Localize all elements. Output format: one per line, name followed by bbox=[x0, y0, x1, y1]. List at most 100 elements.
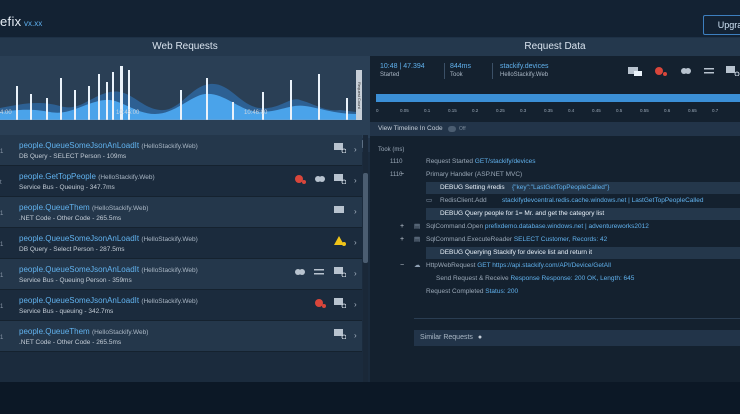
site-value: stackify.devices bbox=[500, 63, 549, 70]
trace-label: DEBUG Query people for 1= Mr. and get th… bbox=[440, 210, 605, 217]
request-data-title: Request Data bbox=[370, 38, 740, 56]
trace-value: {"key":"LastGetTopPeopleCalled"} bbox=[512, 184, 610, 191]
warning-icon bbox=[334, 236, 346, 246]
brand-name: efix bbox=[0, 14, 22, 29]
request-row[interactable]: t people.GetTopPeople (HelloStackify.Web… bbox=[0, 166, 362, 197]
expand-toggle[interactable]: + bbox=[400, 221, 404, 233]
chevron-right-icon[interactable]: › bbox=[354, 207, 357, 216]
request-detail: DB Query - Select Person - 287.5ms bbox=[19, 246, 125, 253]
row-edge-text: 1 bbox=[0, 211, 4, 217]
timeline-tick: 0.05 bbox=[400, 108, 409, 113]
trace-row[interactable]: 1110 − Primary Handler (ASP.NET MVC) bbox=[370, 169, 740, 181]
chevron-right-icon[interactable]: › bbox=[354, 269, 357, 278]
timeline-tick: 0.5 bbox=[616, 108, 623, 113]
timeline-tick: 0.7 bbox=[712, 108, 719, 113]
trace-label: DEBUG Querying Stackify for device list … bbox=[440, 249, 593, 256]
trace-row[interactable]: Send Request & Receive Response Response… bbox=[370, 273, 740, 285]
trace-label: Request Started bbox=[426, 158, 473, 165]
trace-label: SqlCommand.ExecuteReader bbox=[426, 236, 512, 243]
trace-value: GET https://api.stackify.com/API/Device/… bbox=[477, 262, 611, 269]
chevron-right-icon[interactable]: › bbox=[354, 145, 357, 154]
row-edge-text: 1 bbox=[0, 242, 4, 248]
took-label: Took bbox=[450, 72, 463, 78]
footer-bar bbox=[0, 382, 740, 414]
log-icon[interactable] bbox=[628, 66, 642, 76]
web-requests-panel: Web Requests 4:00 10:45:00 10:46:00 Requ… bbox=[0, 38, 370, 382]
database-icon bbox=[334, 174, 346, 184]
database-icon[interactable] bbox=[726, 66, 740, 76]
summary-divider bbox=[444, 63, 445, 79]
request-detail: .NET Code - Other Code - 265.5ms bbox=[19, 215, 122, 222]
chevron-right-icon[interactable]: › bbox=[354, 176, 357, 185]
request-row[interactable]: 1 people.QueueThem (HelloStackify.Web) .… bbox=[0, 197, 362, 228]
trace-row-debug[interactable]: DEBUG Querying Stackify for device list … bbox=[426, 247, 740, 259]
trace-row-debug[interactable]: DEBUG Setting #redis {"key":"LastGetTopP… bbox=[426, 182, 740, 194]
trace-row-debug[interactable]: DEBUG Query people for 1= Mr. and get th… bbox=[426, 208, 740, 220]
request-row[interactable]: 1 people.QueueSomeJsonAnLoadIt (HelloSta… bbox=[0, 228, 362, 259]
trace-row[interactable]: − ☁ HttpWebRequest GET https://api.stack… bbox=[370, 260, 740, 272]
request-timeline-bar[interactable] bbox=[376, 94, 740, 102]
request-name[interactable]: people.QueueSomeJsonAnLoadIt (HelloStack… bbox=[19, 234, 198, 243]
timeline-ticks: 0 0.05 0.1 0.15 0.2 0.25 0.3 0.35 0.4 0.… bbox=[376, 108, 740, 116]
timeline-tick: 0 bbox=[376, 108, 379, 113]
trace-row[interactable]: Request Completed Status: 200 bbox=[370, 286, 740, 298]
timeline-code-toggle[interactable] bbox=[448, 126, 456, 132]
request-row[interactable]: 1 people.QueueSomeJsonAnLoadIt (HelloSta… bbox=[0, 259, 362, 290]
trace-label: Send Request & Receive bbox=[436, 275, 509, 282]
database-icon bbox=[334, 329, 346, 339]
started-value: 10:48 | 47.394 bbox=[380, 63, 425, 70]
chart-side-label: Request Count bbox=[356, 70, 362, 120]
version-label: vx.xx bbox=[24, 19, 43, 28]
request-name[interactable]: people.QueueThem (HelloStackify.Web) bbox=[19, 327, 148, 336]
upgrade-button[interactable]: Upgra bbox=[703, 15, 740, 35]
chevron-right-icon[interactable]: › bbox=[354, 300, 357, 309]
cloud-icon[interactable] bbox=[680, 66, 694, 76]
request-name[interactable]: people.GetTopPeople (HelloStackify.Web) bbox=[19, 172, 155, 181]
row-edge-text: 1 bbox=[0, 273, 4, 279]
request-name[interactable]: people.QueueSomeJsonAnLoadIt (HelloStack… bbox=[19, 265, 198, 274]
trace-label: SqlCommand.Open bbox=[426, 223, 484, 230]
view-timeline-label: View Timeline In Code bbox=[378, 125, 443, 132]
chevron-right-icon[interactable]: › bbox=[354, 331, 357, 340]
request-volume-graph bbox=[0, 66, 356, 120]
sql-icon: ▤ bbox=[414, 223, 421, 230]
divider bbox=[414, 318, 740, 319]
trace-row[interactable]: 1110 Request Started GET/stackify/device… bbox=[370, 156, 740, 168]
row-edge-text: 1 bbox=[0, 149, 4, 155]
request-name[interactable]: people.QueueSomeJsonAnLoadIt (HelloStack… bbox=[19, 141, 198, 150]
chevron-right-icon[interactable]: › bbox=[354, 238, 357, 247]
request-name[interactable]: people.QueueThem (HelloStackify.Web) bbox=[19, 203, 148, 212]
queue-icon[interactable] bbox=[704, 66, 718, 76]
site-field: stackify.devices HelloStackify.Web bbox=[500, 63, 549, 78]
request-app: (HelloStackify.Web) bbox=[141, 236, 198, 243]
view-timeline-bar: View Timeline In Code Off bbox=[370, 122, 740, 136]
trace-row[interactable]: ▭ RedisClient.Add stackifydevcentral.red… bbox=[426, 195, 740, 207]
trace-row[interactable]: + ▤ SqlCommand.Open prefixdemo.database.… bbox=[370, 221, 740, 233]
request-row[interactable]: 1 people.QueueThem (HelloStackify.Web) .… bbox=[0, 321, 362, 352]
trace-row[interactable]: + ▤ SqlCommand.ExecuteReader SELECT Cust… bbox=[370, 234, 740, 246]
trace-value: SELECT Customer, Records: 42 bbox=[513, 236, 608, 243]
request-name-text: people.GetTopPeople bbox=[19, 172, 96, 181]
error-alert-icon[interactable] bbox=[654, 66, 668, 76]
app-window: efix vx.xx Upgra Web Requests 4:00 10:45… bbox=[0, 0, 740, 414]
timeline-tick: 0.3 bbox=[520, 108, 527, 113]
collapse-toggle[interactable]: − bbox=[400, 169, 404, 181]
request-name[interactable]: people.QueueSomeJsonAnLoadIt (HelloStack… bbox=[19, 296, 198, 305]
request-row[interactable]: 1 people.QueueSomeJsonAnLoadIt (HelloSta… bbox=[0, 290, 362, 321]
collapse-toggle[interactable]: − bbox=[400, 260, 404, 272]
scrollbar-thumb[interactable] bbox=[363, 173, 368, 263]
info-icon[interactable]: ● bbox=[478, 334, 482, 341]
code-icon bbox=[334, 206, 344, 213]
request-detail: Service Bus - queuing - 342.7ms bbox=[19, 308, 114, 315]
timeline-tick: 0.25 bbox=[496, 108, 505, 113]
timeline-tick: 0.55 bbox=[640, 108, 649, 113]
request-row[interactable]: 1 people.QueueSomeJsonAnLoadIt (HelloSta… bbox=[0, 135, 362, 166]
expand-toggle[interactable]: + bbox=[400, 234, 404, 246]
request-data-panel: Request Data 10:48 | 47.394 Started 844m… bbox=[370, 38, 740, 382]
sql-icon: ▤ bbox=[414, 236, 421, 243]
request-list-scrollbar[interactable] bbox=[363, 135, 368, 382]
timeline-tick: 0.35 bbox=[544, 108, 553, 113]
similar-requests-bar[interactable]: Similar Requests ● bbox=[414, 330, 740, 346]
request-app: (HelloStackify.Web) bbox=[98, 174, 155, 181]
error-alert-icon bbox=[295, 175, 306, 184]
